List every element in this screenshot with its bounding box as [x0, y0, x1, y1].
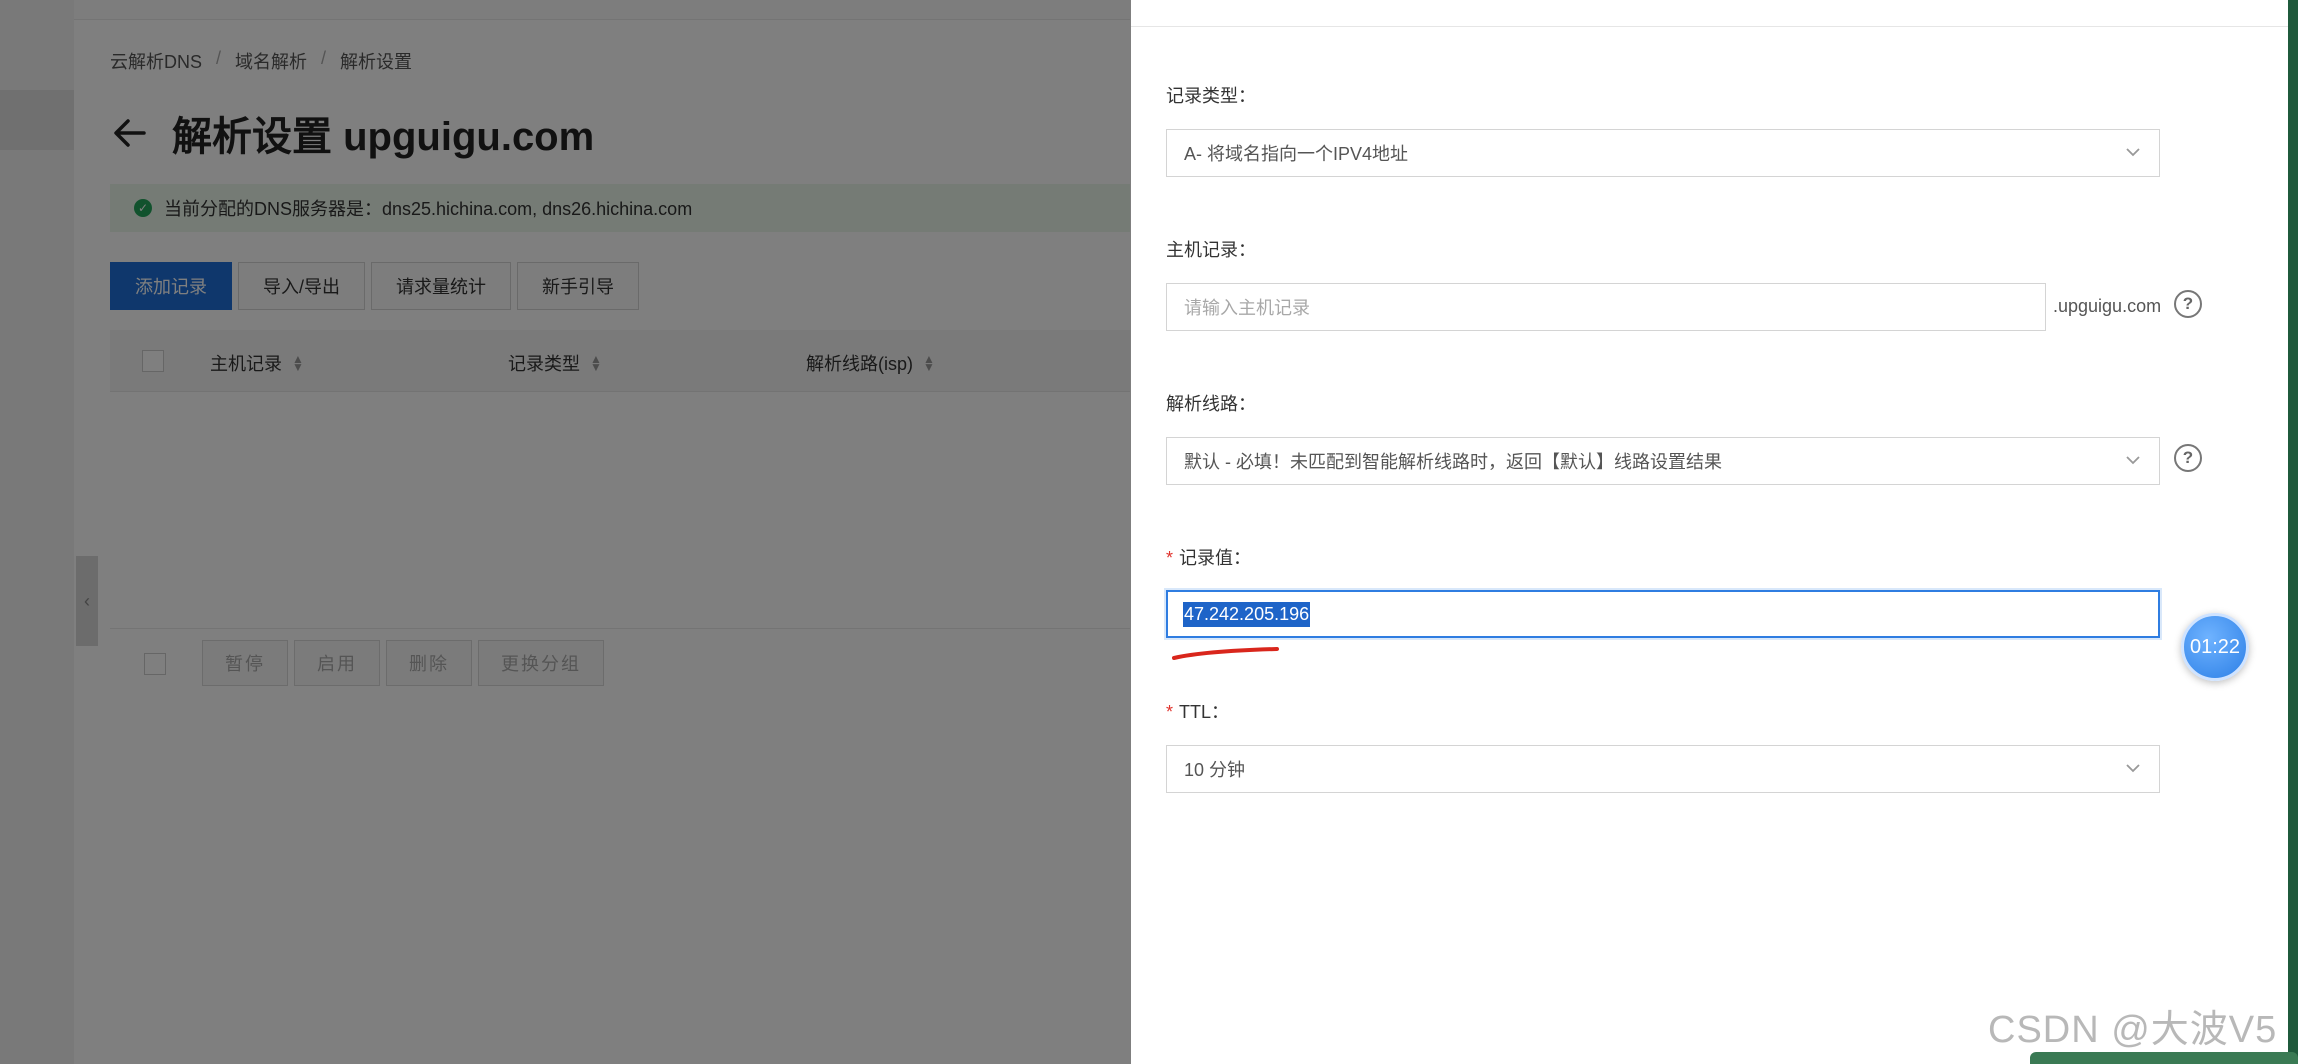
required-marker: *: [1166, 548, 1174, 568]
csdn-watermark: CSDN @大波V5: [1988, 1009, 2278, 1051]
record-type-value: A- 将域名指向一个IPV4地址: [1184, 144, 1409, 164]
record-value-label: * 记录值：: [1166, 544, 1251, 570]
drawer-divider: [1131, 26, 2288, 27]
resolution-line-select[interactable]: 默认 - 必填！未匹配到智能解析线路时，返回【默认】线路设置结果: [1166, 437, 2160, 485]
host-record-placeholder: 请输入主机记录: [1184, 298, 1310, 318]
record-value-input[interactable]: 47.242.205.196: [1166, 590, 2160, 638]
chevron-down-icon: [2126, 764, 2140, 773]
resolution-line-value: 默认 - 必填！未匹配到智能解析线路时，返回【默认】线路设置结果: [1184, 452, 1722, 472]
recording-timer[interactable]: 01:22: [2181, 613, 2249, 681]
red-underline-annotation: [1172, 647, 1279, 660]
chevron-down-icon: [2126, 456, 2140, 465]
chevron-down-icon: [2126, 148, 2140, 157]
host-record-label: 主机记录：: [1166, 240, 1256, 260]
add-record-drawer: 记录类型： A- 将域名指向一个IPV4地址 主机记录： 请输入主机记录 .up…: [1131, 0, 2288, 1064]
record-type-label: 记录类型：: [1166, 86, 1256, 106]
record-value-selected-text: 47.242.205.196: [1183, 601, 1311, 627]
required-marker: *: [1166, 702, 1174, 722]
record-value-label-text: 记录值：: [1179, 548, 1252, 568]
help-icon[interactable]: ?: [2174, 444, 2202, 472]
resolution-line-label: 解析线路：: [1166, 394, 1256, 414]
domain-suffix: .upguigu.com: [2053, 296, 2162, 316]
ttl-select[interactable]: 10 分钟: [1166, 745, 2160, 793]
record-type-select[interactable]: A- 将域名指向一个IPV4地址: [1166, 129, 2160, 177]
ttl-label: * TTL：: [1166, 698, 1229, 724]
host-record-input[interactable]: 请输入主机记录: [1166, 283, 2046, 331]
ttl-label-text: TTL：: [1179, 702, 1230, 722]
help-icon[interactable]: ?: [2174, 290, 2202, 318]
bottom-taskbar-fragment: [2030, 1052, 2298, 1064]
window-edge: [2288, 0, 2298, 1064]
ttl-value: 10 分钟: [1184, 760, 1246, 780]
